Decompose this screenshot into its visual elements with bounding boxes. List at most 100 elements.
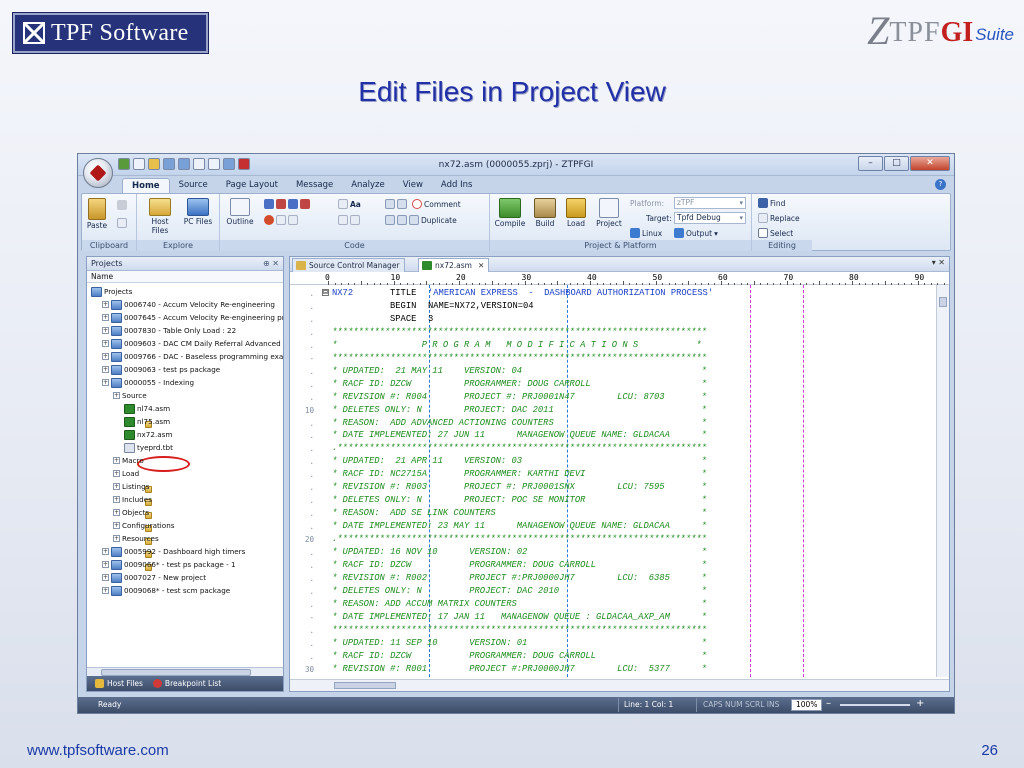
- expand-toggle-icon[interactable]: +: [102, 561, 109, 568]
- fold-toggle-icon[interactable]: ⊟: [322, 289, 329, 296]
- projects-panel: Projects ⊕ ✕ Name Projects +0006740 - Acc…: [86, 256, 284, 692]
- duplicate-button[interactable]: Duplicate: [385, 214, 457, 226]
- tree-item[interactable]: +0007830 - Table Only Load : 22: [102, 324, 236, 337]
- tree-item[interactable]: +0007645 - Accum Velocity Re-engineering…: [102, 311, 283, 324]
- expand-toggle-icon[interactable]: +: [102, 587, 109, 594]
- tab-page-layout[interactable]: Page Layout: [217, 178, 287, 194]
- tab-list-controls[interactable]: ▾ ✕: [932, 258, 945, 267]
- tab-message[interactable]: Message: [287, 178, 342, 194]
- expand-toggle-icon[interactable]: +: [113, 470, 120, 477]
- tree-item[interactable]: +0005992 - Dashboard high timers: [102, 545, 245, 558]
- zoom-slider[interactable]: [840, 704, 910, 706]
- breakpoint-list-tab[interactable]: Breakpoint List: [152, 679, 221, 688]
- tree-item[interactable]: + Objects: [113, 506, 152, 545]
- code-area[interactable]: NX72 TITLE 'AMERICAN EXPRESS - DASHBOARD A…: [332, 285, 932, 677]
- pc-files-button[interactable]: PC Files: [181, 198, 215, 226]
- tree-item[interactable]: + Macro: [113, 454, 152, 493]
- tree-item[interactable]: +0007027 - New project: [102, 571, 206, 584]
- tree-item[interactable]: +0009766 - DAC - Baseless programming ex…: [102, 350, 283, 363]
- indent-buttons[interactable]: [385, 198, 407, 210]
- tree-item[interactable]: +0009068* - test scm package: [102, 584, 230, 597]
- tree-item[interactable]: + Load: [113, 467, 152, 506]
- tab-source[interactable]: Source: [170, 178, 217, 194]
- build-button[interactable]: Build: [530, 198, 560, 228]
- copy-button[interactable]: [115, 218, 129, 229]
- editor-vertical-scrollbar[interactable]: [936, 285, 949, 677]
- whitespace-button[interactable]: [338, 214, 360, 226]
- tree-item[interactable]: +0006740 - Accum Velocity Re-engineering: [102, 298, 275, 311]
- expand-toggle-icon[interactable]: +: [102, 353, 109, 360]
- sort-button[interactable]: Aa: [338, 198, 361, 210]
- tree-item[interactable]: + Resources: [113, 532, 159, 571]
- close-tab-icon[interactable]: ✕: [478, 261, 484, 270]
- tree-item[interactable]: + Includes: [113, 493, 152, 532]
- expand-toggle-icon[interactable]: +: [102, 327, 109, 334]
- close-button[interactable]: ✕: [910, 156, 950, 171]
- code-line: * REASON: ADD ADVANCED ACTIONING COUNTER…: [332, 417, 707, 428]
- expand-toggle-icon[interactable]: +: [102, 379, 109, 386]
- tab-source-control-manager[interactable]: Source Control Manager: [292, 258, 405, 272]
- format-buttons[interactable]: [264, 214, 298, 226]
- compile-button[interactable]: Compile: [492, 198, 528, 228]
- zoom-out-icon[interactable]: –: [826, 698, 831, 709]
- tree-item[interactable]: + Source: [113, 389, 152, 428]
- tree-item[interactable]: tyeprd.tbt: [124, 441, 173, 454]
- expand-toggle-icon[interactable]: +: [102, 340, 109, 347]
- minimize-button[interactable]: –: [858, 156, 883, 171]
- panel-pin-close-icon[interactable]: ⊕ ✕: [263, 257, 279, 271]
- output-button[interactable]: Output ▾: [674, 227, 718, 239]
- tree-item[interactable]: + Listings: [113, 480, 152, 519]
- load-button[interactable]: Load: [562, 198, 590, 228]
- host-files-tab[interactable]: Host Files: [95, 679, 143, 688]
- select-button[interactable]: Select: [758, 227, 793, 239]
- expand-toggle-icon[interactable]: +: [102, 301, 109, 308]
- tree-item[interactable]: + Configurations: [113, 519, 175, 558]
- replace-button[interactable]: Replace: [758, 212, 800, 224]
- tree-item[interactable]: +0009603 - DAC CM Daily Referral Advance…: [102, 337, 281, 350]
- expand-toggle-icon[interactable]: +: [102, 574, 109, 581]
- platform-select[interactable]: zTPF: [674, 197, 746, 209]
- expand-toggle-icon[interactable]: +: [113, 496, 120, 503]
- tree-item[interactable]: nx72.asm: [124, 428, 172, 441]
- expand-toggle-icon[interactable]: +: [113, 509, 120, 516]
- expand-toggle-icon[interactable]: +: [113, 522, 120, 529]
- tree-item[interactable]: nl75.asm: [124, 415, 170, 428]
- name-column-header[interactable]: Name: [87, 271, 283, 283]
- find-button[interactable]: Find: [758, 197, 785, 209]
- comment-button[interactable]: Comment: [412, 198, 461, 210]
- zoom-level[interactable]: 100%: [791, 699, 823, 711]
- tab-analyze[interactable]: Analyze: [342, 178, 394, 194]
- host-files-button[interactable]: Host Files: [143, 198, 177, 235]
- help-icon[interactable]: ?: [935, 179, 946, 190]
- tab-add-ins[interactable]: Add Ins: [432, 178, 481, 194]
- tab-view[interactable]: View: [394, 178, 432, 194]
- application-menu-button[interactable]: [83, 158, 113, 188]
- paste-button[interactable]: Paste: [86, 198, 108, 230]
- footer-url[interactable]: www.tpfsoftware.com: [27, 742, 169, 759]
- expand-toggle-icon[interactable]: +: [102, 314, 109, 321]
- bookmark-icon: [264, 199, 274, 209]
- expand-toggle-icon[interactable]: +: [113, 392, 120, 399]
- tab-nx72-asm[interactable]: nx72.asm ✕: [418, 258, 490, 272]
- tree-item[interactable]: +0000055 - Indexing: [102, 376, 194, 389]
- cut-button[interactable]: [115, 200, 129, 211]
- comment-icon: [412, 199, 422, 209]
- tab-home[interactable]: Home: [122, 178, 170, 194]
- expand-toggle-icon[interactable]: +: [113, 457, 120, 464]
- expand-toggle-icon[interactable]: +: [113, 535, 120, 542]
- bookmark-buttons[interactable]: [264, 198, 310, 210]
- tree-item[interactable]: +0009063 - test ps package: [102, 363, 220, 376]
- target-select[interactable]: Tpfd Debug: [674, 212, 746, 224]
- expand-toggle-icon[interactable]: +: [102, 548, 109, 555]
- editor-horizontal-scrollbar[interactable]: [290, 679, 949, 691]
- outline-button[interactable]: Outline: [224, 198, 256, 226]
- tree-item[interactable]: +0009066* - test ps package - 1: [102, 558, 236, 571]
- linux-button[interactable]: Linux: [630, 227, 662, 239]
- zoom-in-icon[interactable]: +: [916, 698, 924, 709]
- tree-item[interactable]: Projects: [91, 285, 132, 298]
- tree-item[interactable]: nl74.asm: [124, 402, 170, 415]
- expand-toggle-icon[interactable]: +: [113, 483, 120, 490]
- project-button[interactable]: Project: [594, 198, 624, 228]
- expand-toggle-icon[interactable]: +: [102, 366, 109, 373]
- maximize-button[interactable]: □: [884, 156, 909, 171]
